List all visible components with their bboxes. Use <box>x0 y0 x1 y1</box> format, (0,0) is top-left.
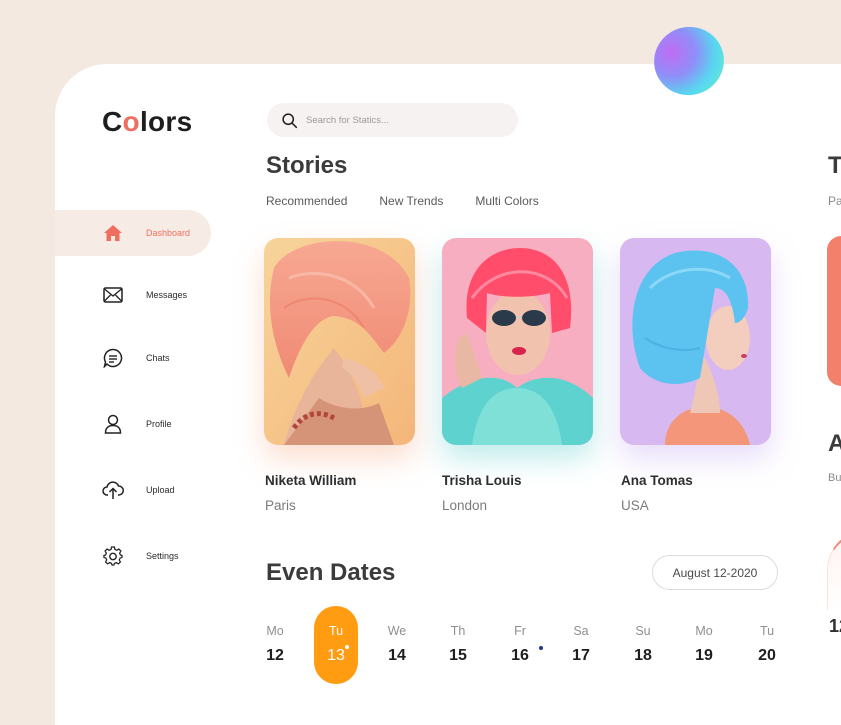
app-logo: Colors <box>102 106 193 137</box>
story-card-image[interactable] <box>442 238 593 445</box>
right-section-subtitle: Pa <box>828 194 841 208</box>
even-dates-title: Even Dates <box>266 559 396 586</box>
mail-icon <box>102 284 124 306</box>
sidebar-item-label: Dashboard <box>146 228 191 238</box>
sidebar-item-label: Settings <box>146 551 179 561</box>
event-dot <box>539 646 543 650</box>
right-section-card[interactable] <box>827 236 841 386</box>
right-section-title-2: A <box>828 430 841 457</box>
story-name: Niketa William <box>265 473 357 488</box>
sidebar-item-label: Messages <box>146 290 188 300</box>
stories-title: Stories <box>266 152 348 179</box>
story-card-image[interactable] <box>264 238 415 445</box>
sidebar-item-label: Upload <box>146 485 175 495</box>
cloud-upload-icon <box>102 479 124 501</box>
calendar-day[interactable]: Mo 12 <box>253 606 297 684</box>
search-bar[interactable] <box>267 103 518 137</box>
sidebar-item-label: Profile <box>146 419 172 429</box>
right-section-value: 12 <box>829 616 841 636</box>
right-section-title: T <box>828 152 841 179</box>
sidebar-item-settings[interactable]: Settings <box>55 533 215 579</box>
sidebar-item-label: Chats <box>146 353 170 363</box>
calendar-day[interactable]: Sa 17 <box>559 606 603 684</box>
chat-icon <box>102 347 124 369</box>
story-city: London <box>442 498 488 513</box>
story-city: Paris <box>265 498 296 513</box>
dashboard-card: Colors Dashboard Messages Chats Profile <box>55 64 841 725</box>
calendar-day[interactable]: Th 15 <box>436 606 480 684</box>
sidebar-item-messages[interactable]: Messages <box>55 272 215 318</box>
sidebar-item-upload[interactable]: Upload <box>55 467 215 513</box>
calendar-day[interactable]: Tu 20 <box>745 606 789 684</box>
calendar-day[interactable]: We 14 <box>375 606 419 684</box>
home-icon <box>102 222 124 244</box>
gear-icon <box>102 545 124 567</box>
search-input[interactable] <box>306 114 486 126</box>
search-icon <box>282 112 298 128</box>
date-range-button[interactable]: August 12-2020 <box>652 555 778 590</box>
sidebar-item-chats[interactable]: Chats <box>55 335 215 381</box>
tab-multi-colors[interactable]: Multi Colors <box>475 194 538 208</box>
story-card-image[interactable] <box>620 238 771 445</box>
tab-recommended[interactable]: Recommended <box>266 194 347 208</box>
stories-tabs: Recommended New Trends Multi Colors <box>266 194 539 208</box>
calendar-day-selected[interactable]: Tu 13 <box>314 606 358 684</box>
story-city: USA <box>621 498 649 513</box>
sidebar-item-profile[interactable]: Profile <box>55 401 215 447</box>
user-icon <box>102 413 124 435</box>
story-name: Trisha Louis <box>442 473 522 488</box>
tab-new-trends[interactable]: New Trends <box>379 194 443 208</box>
story-name: Ana Tomas <box>621 473 693 488</box>
right-section-subtitle-2: Bu <box>828 472 841 484</box>
event-dot <box>345 645 349 649</box>
calendar-day[interactable]: Fr 16 <box>498 606 542 684</box>
right-section-chart <box>827 530 841 610</box>
calendar-day[interactable]: Mo 19 <box>682 606 726 684</box>
sidebar-item-dashboard[interactable]: Dashboard <box>55 210 211 256</box>
calendar-day[interactable]: Su 18 <box>621 606 665 684</box>
